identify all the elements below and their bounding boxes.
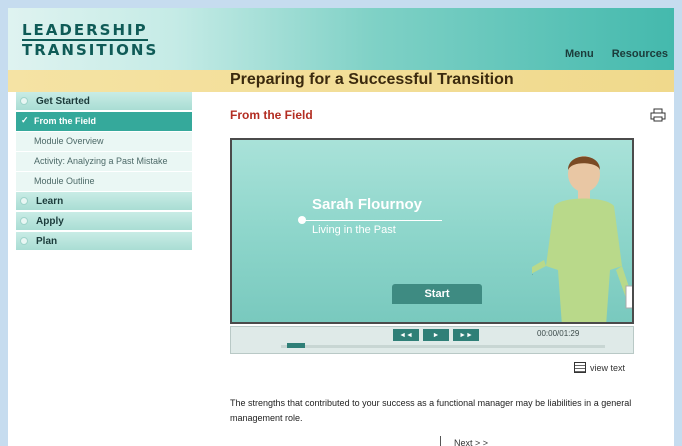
sidebar-section-plan[interactable]: Plan [16, 232, 192, 252]
video-speaker-name: Sarah Flournoy [312, 196, 423, 213]
sidebar-item-module-outline[interactable]: Module Outline [16, 172, 192, 192]
sidebar-section-label: Plan [36, 235, 58, 247]
sidebar-item-label: Module Outline [34, 176, 95, 186]
sidebar-section-label: Apply [36, 215, 64, 227]
video-timecode: 00:00/01:29 [537, 329, 580, 338]
menu-link[interactable]: Menu [565, 48, 594, 60]
speaker-photo [532, 156, 632, 322]
video-controls: ◄◄ ► ►► 00:00/01:29 [230, 326, 634, 354]
bullet-icon [20, 237, 28, 245]
title-underline [302, 220, 442, 221]
sidebar-section-learn[interactable]: Learn [16, 192, 192, 212]
header-banner: LEADERSHIP TRANSITIONS Menu Resources [8, 8, 674, 70]
body-text: The strengths that contributed to your s… [230, 398, 632, 423]
view-text-link[interactable]: view text [574, 362, 625, 373]
sidebar-section-apply[interactable]: Apply [16, 212, 192, 232]
sidebar-section-get-started[interactable]: Get Started [16, 92, 192, 112]
top-nav: Menu Resources [565, 48, 668, 60]
sidebar-item-label: Module Overview [34, 136, 104, 146]
footer-divider [440, 436, 441, 446]
start-button[interactable]: Start [392, 284, 482, 304]
sidebar-section-label: Learn [36, 195, 64, 207]
app-window: LEADERSHIP TRANSITIONS Menu Resources Pr… [8, 8, 674, 446]
sidebar-section-label: Get Started [36, 95, 90, 107]
checkmark-icon: ✓ [21, 115, 29, 125]
video-subtitle: Living in the Past [312, 224, 396, 236]
page-title: Preparing for a Successful Transition [230, 71, 514, 88]
logo-line2: TRANSITIONS [22, 41, 159, 59]
leadership-transitions-logo: LEADERSHIP TRANSITIONS [22, 20, 158, 59]
transcript-icon [574, 362, 586, 373]
view-text-label: view text [590, 362, 626, 373]
play-button[interactable]: ► [423, 329, 449, 341]
bullet-icon [20, 197, 28, 205]
video-player[interactable]: Sarah Flournoy Living in the Past Start [230, 138, 634, 324]
sidebar-item-label: From the Field [34, 116, 97, 126]
print-icon[interactable] [650, 108, 666, 122]
logo-line1: LEADERSHIP [22, 21, 148, 41]
bullet-icon [20, 217, 28, 225]
video-scrubber[interactable] [281, 345, 605, 348]
fast-forward-button[interactable]: ►► [453, 329, 479, 341]
scrubber-handle[interactable] [287, 343, 305, 348]
title-bar: Preparing for a Successful Transition [8, 70, 674, 92]
bullet-icon [20, 97, 28, 105]
title-dot [298, 216, 306, 224]
sidebar-item-module-overview[interactable]: Module Overview [16, 132, 192, 152]
rewind-button[interactable]: ◄◄ [393, 329, 419, 341]
next-button[interactable]: Next > > [454, 438, 488, 446]
sidebar-item-from-the-field[interactable]: ✓ From the Field [16, 112, 192, 132]
resources-link[interactable]: Resources [612, 48, 668, 60]
sidebar-item-label: Activity: Analyzing a Past Mistake [34, 156, 168, 166]
section-title: From the Field [230, 108, 313, 122]
sidebar-nav: Get Started ✓ From the Field Module Over… [16, 92, 192, 446]
main-content: From the Field Sarah Flournoy Living in … [230, 104, 674, 444]
sidebar-item-activity[interactable]: Activity: Analyzing a Past Mistake [16, 152, 192, 172]
